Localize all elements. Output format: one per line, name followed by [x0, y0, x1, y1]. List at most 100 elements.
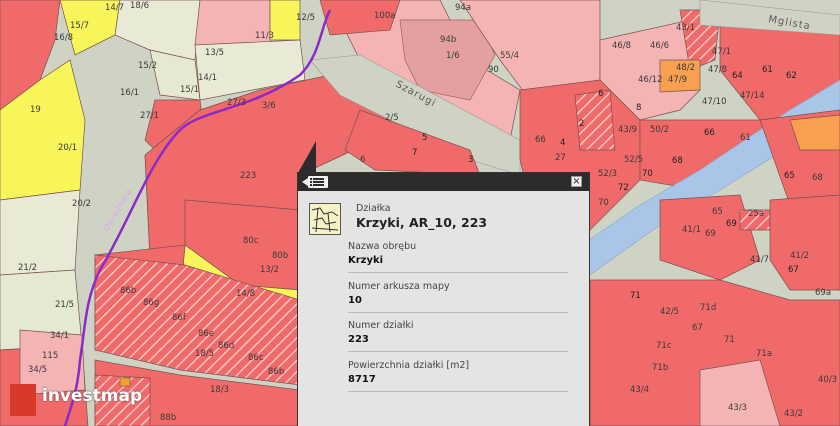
- parcel-label: 52/3: [598, 169, 617, 179]
- parcel-label: 67: [692, 323, 703, 333]
- attribute-value: 223: [348, 334, 369, 345]
- parcel[interactable]: [769, 194, 840, 291]
- parcel-label: 11/3: [255, 31, 274, 41]
- parcel-label: 14/7: [105, 3, 124, 13]
- parcel-label: 41/1: [682, 225, 701, 235]
- attribute-key: Nazwa obrębu: [348, 241, 417, 252]
- plot-number: 64: [732, 71, 743, 81]
- parcel-label: 41/2: [790, 251, 809, 261]
- parcel-label: 71c: [656, 341, 672, 351]
- parcel-label: 43/1: [676, 23, 695, 33]
- parcel-label: 14/8: [236, 289, 255, 299]
- plot-number: 6: [598, 89, 603, 99]
- parcel-label: 46/8: [612, 41, 631, 51]
- parcel[interactable]: [0, 189, 81, 276]
- parcel-label: 13/2: [260, 265, 279, 275]
- parcel-label: 86f: [172, 313, 187, 323]
- parcel-label: 71d: [700, 303, 716, 313]
- parcel-label: 223: [240, 171, 256, 181]
- parcel-label: 80c: [243, 236, 259, 246]
- attribute-key: Numer arkusza mapy: [348, 281, 450, 292]
- parcel-label: 47/8: [708, 65, 727, 75]
- plot-number: 67: [788, 265, 799, 275]
- parcel-label: 68: [812, 173, 823, 183]
- parcel-label: 80b: [272, 251, 288, 261]
- parcel-label: 94a: [455, 3, 471, 13]
- popup-header: ×: [298, 173, 589, 191]
- parcel-label: 27/3: [227, 98, 246, 108]
- parcel-label: 16/8: [54, 33, 73, 43]
- attribute-row: Powierzchnia działki [m2] 8717: [348, 360, 568, 392]
- logo-text: investmap: [42, 386, 143, 406]
- parcel-label: 42/5: [660, 307, 679, 317]
- parcel-label: 47/14: [740, 91, 765, 101]
- parcel-label: 20/1: [58, 143, 77, 153]
- plot-number: 5: [422, 133, 427, 143]
- parcel-label: 86e: [198, 329, 214, 339]
- plot-number: 4: [560, 138, 565, 148]
- plot-number: 66: [704, 128, 715, 138]
- parcel-label: 13/5: [205, 48, 224, 58]
- parcel-label: 19: [30, 105, 41, 115]
- parcel-label: 47/10: [702, 97, 727, 107]
- parcel-label: 15/1: [180, 85, 199, 95]
- parcel-label: 55/4: [500, 51, 519, 61]
- attribute-row: Numer arkusza mapy 10: [348, 281, 568, 313]
- parcel-label: 86d: [218, 341, 234, 351]
- parcel-label: 47/9: [668, 75, 687, 85]
- attribute-row: Numer działki 223: [348, 320, 568, 352]
- attribute-value: 8717: [348, 374, 376, 385]
- parcel-label: 50/2: [650, 125, 669, 135]
- parcel-label: 18/6: [130, 1, 149, 11]
- plot-number: 7: [412, 148, 417, 158]
- parcel-label: 90: [488, 65, 499, 75]
- parcel-label: 41/7: [750, 255, 769, 265]
- plot-number: 71: [630, 291, 641, 301]
- parcel-label: 71: [724, 335, 735, 345]
- parcel-label: 27: [555, 153, 566, 163]
- parcel-label: 46/6: [650, 41, 669, 51]
- plot-number: 2: [579, 119, 584, 129]
- parcel-label: 43/2: [784, 409, 803, 419]
- parcel-label: 43/4: [630, 385, 649, 395]
- investmap-logo[interactable]: investmap: [8, 378, 158, 418]
- parcel-label: 94b: [440, 35, 456, 45]
- attribute-value: Krzyki: [348, 255, 384, 266]
- parcel-label: 34/1: [50, 331, 69, 341]
- parcel-label: 69a: [815, 288, 831, 298]
- parcel-label: 65: [712, 207, 723, 217]
- parcel-label: 16/1: [120, 88, 139, 98]
- parcel-info-popup: × Działka Krzyki, AR_10, 223 Nazwa obręb…: [297, 172, 590, 426]
- parcel-label: 48/2: [676, 63, 695, 73]
- parcel-label: 1/6: [446, 51, 460, 61]
- parcel-label: 43/9: [618, 125, 637, 135]
- logo-mark: [10, 384, 36, 416]
- parcel-label: 69: [705, 229, 716, 239]
- parcel-label: 86b: [120, 286, 136, 296]
- close-button[interactable]: ×: [571, 176, 582, 187]
- plot-number: 65: [784, 171, 795, 181]
- parcel-label: 18/5: [195, 349, 214, 359]
- plot-number: 68: [672, 156, 683, 166]
- parcel-label: 6: [360, 155, 365, 165]
- parcel-label: 46/12: [638, 75, 663, 85]
- parcel-label: 52/5: [624, 155, 643, 165]
- parcel-label: 40/3: [818, 375, 837, 385]
- plot-number: 3: [468, 155, 473, 165]
- parcel-label: 88b: [160, 413, 176, 423]
- parcel-label: 21/2: [18, 263, 37, 273]
- parcel-label: 27/1: [140, 111, 159, 121]
- plot-number: 72: [618, 183, 629, 193]
- plot-number: 70: [642, 169, 653, 179]
- parcel-label: 86c: [248, 353, 264, 363]
- parcel-label: 115: [42, 351, 58, 361]
- parcel-label: 3/6: [262, 101, 276, 111]
- list-icon[interactable]: [302, 176, 328, 188]
- parcel-label: 47/1: [712, 47, 731, 57]
- parcel-label: 71b: [652, 363, 668, 373]
- plot-number: 8: [636, 103, 641, 113]
- parcel-label: 61: [740, 133, 751, 143]
- plot-number: 69: [726, 219, 737, 229]
- parcel-label: 86b: [268, 367, 284, 377]
- parcel-label: 100a: [374, 11, 395, 21]
